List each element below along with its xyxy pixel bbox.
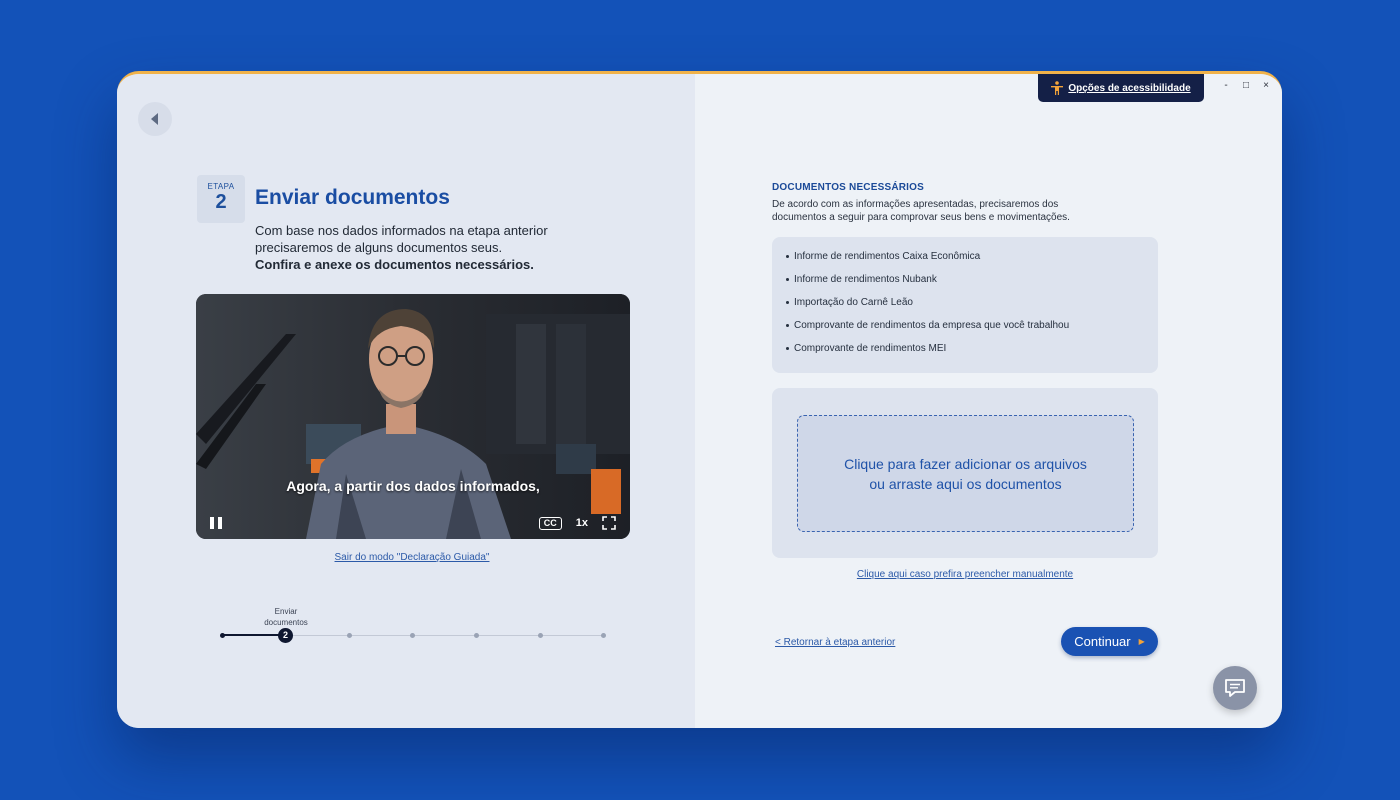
close-icon[interactable]: × [1262, 80, 1270, 91]
step-description: Com base nos dados informados na etapa a… [255, 222, 585, 273]
documents-list: Informe de rendimentos Caixa Econômica I… [772, 237, 1158, 373]
right-pane: Opções de acessibilidade - □ × DOCUMENTO… [695, 74, 1282, 728]
fullscreen-icon[interactable] [602, 516, 616, 530]
exit-guided-mode-link[interactable]: Sair do modo "Declaração Guiada" [117, 552, 707, 563]
window-controls: - □ × [1222, 80, 1270, 91]
chat-icon [1225, 679, 1245, 697]
list-item: Importação do Carnê Leão [786, 297, 1144, 320]
dropzone-text: Clique para fazer adicionar os arquivos … [844, 454, 1087, 494]
accessibility-label: Opções de acessibilidade [1068, 82, 1191, 94]
page-title: Enviar documentos [255, 186, 450, 209]
dropzone-line-2: ou arraste aqui os documentos [869, 475, 1062, 492]
video-caption: Agora, a partir dos dados informados, [286, 478, 540, 494]
stepper-step-current[interactable]: 2 [278, 628, 293, 643]
stepper-step-4[interactable] [410, 633, 415, 638]
dropzone-line-1: Clique para fazer adicionar os arquivos [844, 455, 1087, 472]
continue-button[interactable]: Continuar ▶ [1061, 627, 1158, 656]
step-number: 2 [215, 191, 227, 213]
manual-fill-link[interactable]: Clique aqui caso prefira preencher manua… [772, 569, 1158, 580]
stepper-step-1[interactable] [220, 633, 225, 638]
step-description-text: Com base nos dados informados na etapa a… [255, 223, 548, 255]
pause-icon [210, 517, 214, 529]
continue-label: Continuar [1074, 634, 1131, 649]
video-frame-image [196, 294, 630, 539]
back-button[interactable] [138, 102, 172, 136]
file-dropzone[interactable]: Clique para fazer adicionar os arquivos … [797, 415, 1134, 532]
step-badge: ETAPA 2 [197, 175, 245, 223]
stepper-step-7[interactable] [601, 633, 606, 638]
video-controls: CC 1x [196, 507, 630, 539]
upload-panel: Clique para fazer adicionar os arquivos … [772, 388, 1158, 558]
playback-speed-button[interactable]: 1x [576, 517, 588, 529]
app-window: ETAPA 2 Enviar documentos Com base nos d… [117, 71, 1282, 728]
maximize-icon[interactable]: □ [1242, 80, 1250, 91]
chat-button[interactable] [1213, 666, 1257, 710]
stepper-step-5[interactable] [474, 633, 479, 638]
stepper-progress [222, 634, 286, 636]
documents-heading: DOCUMENTOS NECESSÁRIOS [772, 182, 925, 193]
step-description-emphasis: Confira e anexe os documentos necessário… [255, 257, 534, 272]
stepper-step-6[interactable] [538, 633, 543, 638]
video-player[interactable]: Agora, a partir dos dados informados, CC… [196, 294, 630, 539]
documents-intro: De acordo com as informações apresentada… [772, 199, 1070, 223]
accessibility-icon [1051, 81, 1064, 95]
list-item: Comprovante de rendimentos MEI [786, 343, 1144, 366]
stepper-current-label: Enviar documentos [264, 607, 308, 627]
pause-icon-bar [218, 517, 222, 529]
chevron-right-icon: ▶ [1138, 637, 1145, 646]
list-item: Informe de rendimentos Nubank [786, 274, 1144, 297]
pause-button[interactable] [210, 517, 222, 529]
list-item: Informe de rendimentos Caixa Econômica [786, 251, 1144, 274]
step-label: ETAPA [207, 182, 235, 191]
list-item: Comprovante de rendimentos da empresa qu… [786, 320, 1144, 343]
closed-captions-button[interactable]: CC [538, 516, 562, 530]
left-pane: ETAPA 2 Enviar documentos Com base nos d… [117, 74, 695, 728]
stepper-step-3[interactable] [347, 633, 352, 638]
previous-step-link[interactable]: < Retornar à etapa anterior [775, 637, 895, 648]
chevron-left-icon [151, 113, 158, 125]
accessibility-options-button[interactable]: Opções de acessibilidade [1038, 74, 1204, 102]
minimize-icon[interactable]: - [1222, 80, 1230, 91]
progress-stepper: Enviar documentos 2 [217, 604, 617, 654]
